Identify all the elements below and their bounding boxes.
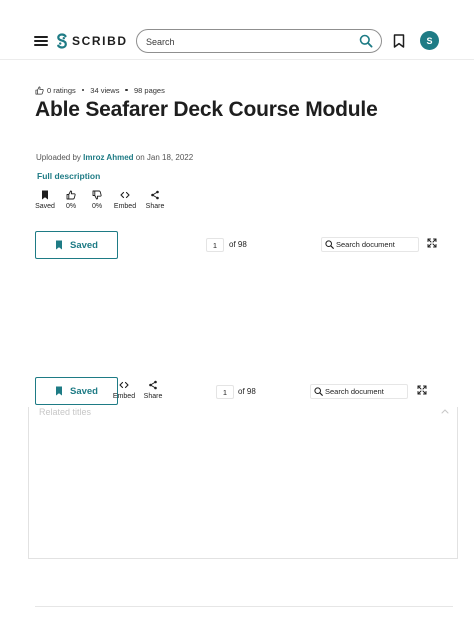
share-action[interactable]: Share [138,380,168,400]
page-total: of 98 [229,240,247,249]
views-count: 34 views [90,85,120,95]
upload-date: Jan 18, 2022 [146,153,194,162]
embed-action[interactable]: Embed [110,190,140,210]
saved-button-label: Saved [70,385,98,397]
share-icon [149,380,157,390]
embed-code-icon [119,381,129,389]
search-icon [325,240,334,249]
related-titles-heading: Related titles [39,407,92,417]
related-titles-panel: Related titles [28,407,458,559]
top-header: SCRIBD S [0,0,474,60]
thumbs-up-outline-icon [35,86,44,94]
logo-text: SCRIBD [72,34,128,48]
divider [35,606,453,607]
saved-button[interactable]: Saved [35,231,118,259]
hamburger-menu-icon[interactable] [34,36,48,46]
embed-action[interactable]: Embed [109,380,139,400]
chevron-up-icon[interactable] [441,408,449,414]
search-input[interactable] [146,34,346,49]
page-number-input[interactable]: 1 [216,385,234,399]
share-action[interactable]: Share [140,190,170,210]
search-icon[interactable] [359,34,373,48]
user-avatar[interactable]: S [420,31,439,50]
bookmark-filled-icon [42,190,48,200]
share-icon [151,190,159,200]
ratings-count: 0 ratings [47,85,76,95]
dislike-percentage: 0% [91,203,103,210]
pages-count: 98 pages [133,85,165,95]
document-title: Able Seafarer Deck Course Module [35,98,378,121]
search-document-placeholder: Search document [325,387,384,396]
search-document-input[interactable]: Search document [321,237,419,252]
bookmark-filled-icon [56,240,62,250]
saved-action[interactable]: Saved [32,190,58,210]
saved-button[interactable]: Saved [35,377,118,405]
page-total: of 98 [238,387,256,396]
bookmark-filled-icon [56,386,62,396]
thumbs-down-icon [92,190,102,200]
dislike-action[interactable]: 0% [84,190,110,210]
meta-separator [125,88,128,92]
full-description-link[interactable]: Full description [37,171,100,181]
author-link[interactable]: Imroz Ahmed [83,153,133,162]
scribd-logo[interactable]: SCRIBD [56,32,128,50]
like-percentage: 0% [65,203,77,210]
thumbs-up-icon [66,190,76,200]
embed-action-label: Embed [113,203,137,210]
embed-action-label: Embed [112,393,136,400]
fullscreen-icon[interactable] [417,385,427,395]
upload-info: Uploaded by Imroz Ahmed on Jan 18, 2022 [36,153,193,162]
fullscreen-icon[interactable] [427,238,437,248]
date-prefix: on [135,153,145,162]
scribd-logo-icon [57,33,67,49]
bookmark-icon[interactable] [393,34,405,48]
like-action[interactable]: 0% [58,190,84,210]
reader-toolbar-bottom: Saved Embed Share 1 of 98 Search documen… [0,377,474,407]
document-actions: Saved 0% 0% Embed Share [32,190,170,210]
uploaded-prefix: Uploaded by [36,153,81,162]
search-document-placeholder: Search document [336,240,395,249]
page-number-input[interactable]: 1 [206,238,224,252]
embed-code-icon [120,191,130,199]
search-icon [314,387,323,396]
meta-separator [81,88,85,92]
site-search-box [136,29,382,53]
saved-button-label: Saved [70,239,98,251]
reader-toolbar-top: Saved 1 of 98 Search document [0,231,474,261]
share-action-label: Share [143,393,163,400]
share-action-label: Share [145,203,165,210]
saved-action-label: Saved [35,203,55,210]
search-document-input[interactable]: Search document [310,384,408,399]
document-meta: 0 ratings 34 views 98 pages [35,85,165,95]
